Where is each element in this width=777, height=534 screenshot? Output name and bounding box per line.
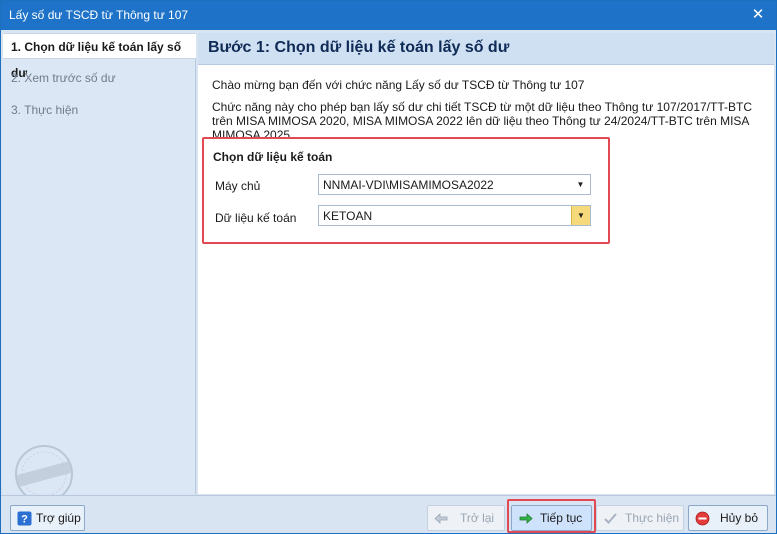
chevron-down-icon[interactable]: ▼ (571, 206, 590, 225)
select-data-group: Chọn dữ liệu kế toán Máy chủ NNMAI-VDI\M… (202, 137, 610, 244)
step-header: Bước 1: Chọn dữ liệu kế toán lấy số dư (198, 33, 774, 65)
step-execute[interactable]: 3. Thực hiện (3, 97, 196, 123)
accounting-data-value: KETOAN (323, 209, 373, 223)
wizard-steps-sidebar: 1. Chọn dữ liệu kế toán lấy số dư 2. Xem… (3, 33, 196, 503)
footer-bar: ? Trợ giúp Trở lại Tiếp tục Thực hiện Hủ… (1, 495, 776, 533)
title-bar: Lấy số dư TSCĐ từ Thông tư 107 ✕ (1, 1, 776, 30)
chevron-down-icon[interactable]: ▼ (571, 175, 590, 194)
description-text: Chức năng này cho phép bạn lấy số dư chi… (212, 100, 753, 142)
data-label: Dữ liệu kế toán (215, 211, 297, 225)
window-title: Lấy số dư TSCĐ từ Thông tư 107 (9, 8, 189, 22)
help-label: Trợ giúp (36, 511, 81, 525)
step-label: 2. Xem trước số dư (11, 71, 116, 85)
accounting-data-select[interactable]: KETOAN ▼ (318, 205, 591, 226)
page-title: Bước 1: Chọn dữ liệu kế toán lấy số dư (208, 39, 510, 56)
help-icon: ? (17, 511, 32, 526)
next-button[interactable]: Tiếp tục (511, 505, 592, 531)
step-label: 3. Thực hiện (11, 103, 79, 117)
cancel-label: Hủy bỏ (720, 511, 759, 525)
cancel-icon (695, 511, 710, 526)
group-title: Chọn dữ liệu kế toán (213, 150, 333, 164)
svg-text:?: ? (21, 514, 28, 526)
close-icon[interactable]: ✕ (748, 5, 768, 25)
server-label: Máy chủ (215, 179, 261, 193)
execute-button[interactable]: Thực hiện (596, 505, 684, 531)
step-preview-balance[interactable]: 2. Xem trước số dư (3, 65, 196, 91)
arrow-right-icon (519, 513, 533, 524)
welcome-text: Chào mừng bạn đến với chức năng Lấy số d… (212, 78, 585, 92)
server-value: NNMAI-VDI\MISAMIMOSA2022 (323, 178, 494, 192)
execute-label: Thực hiện (625, 511, 680, 525)
dialog-window: Lấy số dư TSCĐ từ Thông tư 107 ✕ 1. Chọn… (0, 0, 777, 534)
server-select[interactable]: NNMAI-VDI\MISAMIMOSA2022 ▼ (318, 174, 591, 195)
next-label: Tiếp tục (540, 511, 583, 525)
back-button[interactable]: Trở lại (427, 505, 505, 531)
main-panel: Bước 1: Chọn dữ liệu kế toán lấy số dư C… (198, 33, 774, 494)
step-select-data[interactable]: 1. Chọn dữ liệu kế toán lấy số dư (3, 33, 196, 80)
help-button[interactable]: ? Trợ giúp (10, 505, 85, 531)
cancel-button[interactable]: Hủy bỏ (688, 505, 768, 531)
checkmark-icon (604, 513, 617, 524)
arrow-left-icon (434, 513, 448, 524)
back-label: Trở lại (460, 511, 495, 525)
